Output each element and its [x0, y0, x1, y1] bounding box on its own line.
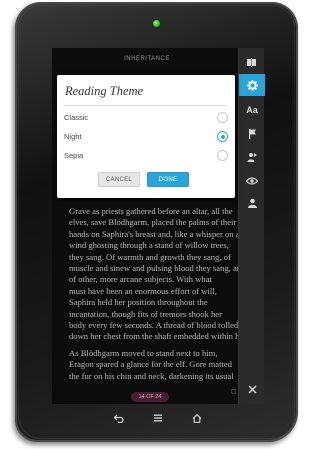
book-title: INHERITANCE — [124, 56, 170, 62]
font-size-icon: Aa — [246, 105, 258, 115]
text-line: hands on Saphira's breast and, like a wh… — [69, 228, 240, 239]
radio-button-selected[interactable] — [217, 131, 228, 142]
page-indicator[interactable]: 14 OF 24 — [131, 392, 169, 402]
text-line: As Blödhgarm moved to stand next to him, — [69, 347, 218, 358]
profile-button[interactable] — [239, 192, 265, 214]
bookmark-flag-icon — [248, 129, 256, 139]
text-line: must have been an enormous effort of wil… — [69, 285, 217, 296]
radio-button[interactable] — [217, 150, 228, 161]
view-button[interactable] — [239, 170, 265, 192]
library-icon — [247, 57, 256, 67]
text-line: the fur on his chin and neck, darkening … — [69, 370, 234, 381]
back-icon — [114, 414, 124, 423]
text-line: body every few seconds. A thread of bloo… — [69, 320, 239, 331]
font-size-button[interactable]: Aa — [239, 99, 265, 121]
camera-light — [153, 20, 160, 27]
close-button[interactable] — [239, 378, 265, 400]
dialog-title: Reading Theme — [65, 84, 144, 98]
bookmark-button[interactable] — [239, 123, 265, 145]
text-line: elves, save Blödhgarm, placed the palms … — [69, 217, 237, 228]
theme-option-classic[interactable]: Classic — [64, 109, 228, 127]
menu-button[interactable] — [150, 411, 166, 425]
dialog-divider — [64, 105, 228, 106]
theme-option-night[interactable]: Night — [64, 128, 228, 146]
text-line: of other, more arcane subjects. With wha… — [69, 274, 212, 285]
back-button[interactable] — [111, 411, 127, 425]
option-label: Sepia — [64, 151, 84, 160]
radio-button[interactable] — [217, 112, 228, 123]
menu-icon — [154, 414, 162, 422]
home-icon — [192, 413, 202, 423]
paragraph: Grave as priests gathered before an alta… — [69, 206, 259, 343]
gear-icon — [246, 79, 258, 91]
text-line: Saphira held her position throughout the — [69, 297, 208, 308]
cancel-button[interactable]: CANCEL — [98, 172, 140, 187]
reader-toolbar: Aa — [238, 48, 265, 404]
reader-footer: 14 OF 24 — [52, 390, 242, 404]
navigation-bar — [52, 408, 238, 428]
option-label: Classic — [64, 113, 89, 122]
text-line: they sang. Of warmth and growth they san… — [69, 251, 231, 262]
text-line: muscle and sinew and pulsing blood they … — [69, 263, 246, 274]
theme-option-sepia[interactable]: Sepia — [64, 147, 228, 165]
text-line: wind ghosting through a stand of willow … — [69, 240, 229, 251]
person-icon — [247, 198, 257, 208]
text-line: Eragon spared a glance for the elf. Gore… — [69, 359, 232, 370]
home-button[interactable] — [189, 411, 205, 425]
eye-icon — [246, 177, 258, 185]
reading-text: Grave as priests gathered before an alta… — [69, 206, 259, 387]
text-line: Grave as priests gathered before an alta… — [69, 206, 233, 216]
settings-button[interactable] — [239, 74, 265, 96]
page-corner-icon: ◻ — [231, 387, 237, 395]
close-icon — [248, 385, 256, 393]
text-line: down her chest from the shaft embedded w… — [69, 331, 248, 342]
done-button[interactable]: DONE — [147, 172, 189, 187]
library-button[interactable] — [239, 51, 265, 73]
paragraph: As Blödhgarm moved to stand next to him,… — [69, 348, 259, 382]
text-line: incantation, though fits of tremors shoo… — [69, 308, 222, 319]
reading-theme-dialog: Reading Theme Classic Night Sepia CANCEL… — [57, 75, 235, 198]
option-label: Night — [64, 132, 82, 141]
share-button[interactable] — [239, 146, 265, 168]
share-icon — [247, 153, 257, 162]
